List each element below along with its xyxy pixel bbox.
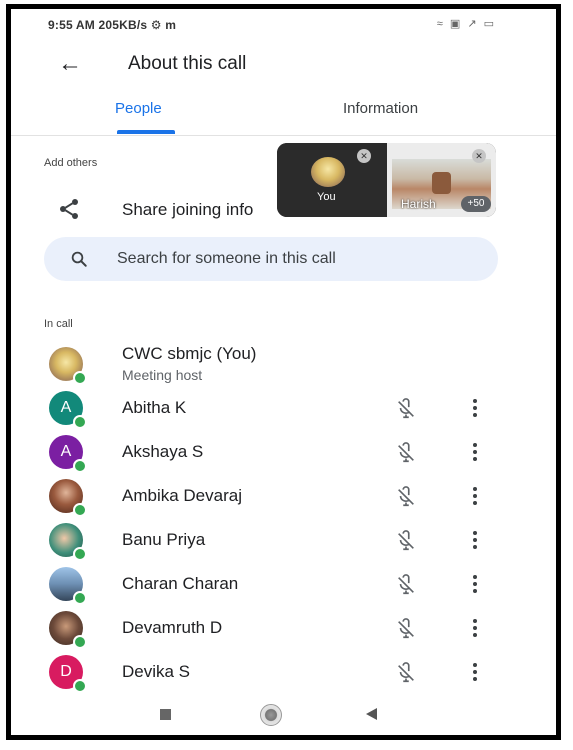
mic-off-icon (398, 662, 414, 683)
home-button[interactable] (260, 704, 282, 726)
more-options-icon[interactable] (465, 528, 485, 552)
mic-off-icon (398, 486, 414, 507)
more-options-icon[interactable] (465, 484, 485, 508)
participant-name: Devamruth D (122, 618, 223, 637)
search-placeholder: Search for someone in this call (117, 250, 336, 267)
presence-indicator (73, 547, 87, 561)
presence-indicator (73, 591, 87, 605)
more-options-icon[interactable] (465, 440, 485, 464)
recent-apps-button[interactable] (160, 709, 171, 720)
participant-row[interactable]: Charan Charan (11, 562, 556, 606)
status-time: 9:55 AM 205KB/s ⚙ m (48, 18, 177, 32)
participant-row[interactable]: Ambika Devaraj (11, 474, 556, 518)
page-title: About this call (128, 53, 247, 74)
tab-information[interactable]: Information (343, 100, 418, 117)
more-options-icon[interactable] (465, 616, 485, 640)
share-icon (60, 199, 78, 219)
participant-row[interactable]: D Devika S (11, 650, 556, 694)
share-joining-info-label: Share joining info (122, 200, 254, 219)
tab-bar: People Information (11, 93, 556, 136)
more-options-icon[interactable] (465, 396, 485, 420)
pip-you-label: You (317, 191, 336, 203)
participant-name: Banu Priya (122, 530, 206, 549)
participant-count-badge: +50 (461, 196, 491, 212)
more-options-icon[interactable] (465, 660, 485, 684)
presence-indicator (73, 415, 87, 429)
mic-off-icon (398, 618, 414, 639)
picture-in-picture-preview[interactable]: You ✕ Harish +50 ✕ (277, 143, 496, 217)
system-navigation-bar (11, 695, 556, 735)
participant-name: CWC sbmjc (You) (122, 344, 257, 363)
presence-indicator (73, 503, 87, 517)
participant-name: Akshaya S (122, 442, 204, 461)
phone-screen: 9:55 AM 205KB/s ⚙ m ≈ ▣ ↗ ▭ ← About this… (6, 4, 561, 740)
participant-name: Ambika Devaraj (122, 486, 242, 505)
mic-off-icon: ✕ (357, 149, 371, 163)
app-bar: ← About this call (11, 41, 556, 87)
mic-off-icon (398, 530, 414, 551)
pip-self-tile: You ✕ (277, 143, 387, 217)
status-icons: ≈ ▣ ↗ ▭ (436, 18, 496, 30)
participant-name: Devika S (122, 662, 191, 681)
participant-row[interactable]: Banu Priya (11, 518, 556, 562)
status-bar: 9:55 AM 205KB/s ⚙ m ≈ ▣ ↗ ▭ (11, 9, 556, 39)
participant-row[interactable]: A Abitha K (11, 386, 556, 430)
participant-name: Charan Charan (122, 574, 239, 593)
participant-role: Meeting host (122, 367, 203, 383)
self-avatar (311, 157, 345, 187)
participant-row[interactable]: CWC sbmjc (You) Meeting host (11, 342, 556, 386)
back-arrow-icon[interactable]: ← (55, 49, 85, 79)
mic-off-icon (398, 442, 414, 463)
presence-indicator (73, 459, 87, 473)
search-participants-field[interactable]: Search for someone in this call (44, 237, 498, 281)
presence-indicator (73, 371, 87, 385)
search-icon (71, 251, 87, 267)
video-person (432, 172, 451, 194)
pip-other-name: Harish (401, 197, 436, 211)
participant-name: Abitha K (122, 398, 187, 417)
mic-off-icon: ✕ (472, 149, 486, 163)
presence-indicator (73, 635, 87, 649)
presence-indicator (73, 679, 87, 693)
add-others-label: Add others (44, 157, 98, 169)
more-options-icon[interactable] (465, 572, 485, 596)
tab-selected-indicator (117, 130, 175, 134)
tab-people[interactable]: People (115, 100, 162, 117)
back-nav-button[interactable] (366, 708, 377, 720)
mic-off-icon (398, 574, 414, 595)
in-call-label: In call (44, 318, 73, 330)
mic-off-icon (398, 398, 414, 419)
participant-row[interactable]: Devamruth D (11, 606, 556, 650)
participant-row[interactable]: A Akshaya S (11, 430, 556, 474)
